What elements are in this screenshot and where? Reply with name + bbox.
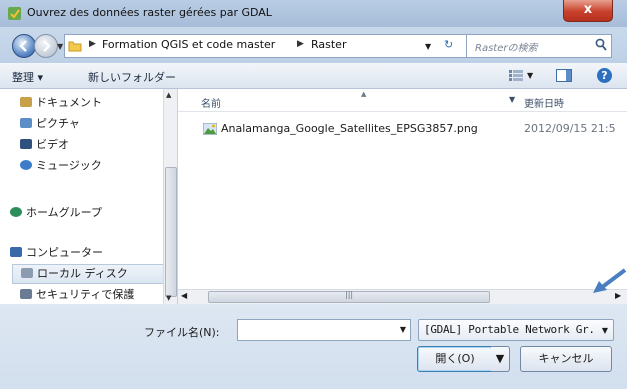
command-bar: 整理 ▾ 新しいフォルダー ▼ ? [0,63,627,89]
annotation-arrow-icon [593,268,627,293]
address-history-dropdown-icon[interactable]: ▼ [425,42,431,51]
open-button[interactable]: 開く(O) [417,346,493,372]
secure-drive-icon [20,289,32,299]
filetype-dropdown-icon[interactable]: ▼ [602,326,608,335]
help-icon[interactable]: ? [597,68,612,83]
breadcrumb-separator-icon[interactable]: ▶ [89,39,96,49]
music-icon [20,160,32,170]
scroll-left-icon[interactable]: ◀ [181,291,187,300]
nav-item-local-disk[interactable]: ローカル ディスク [12,264,170,284]
nav-item-documents[interactable]: ドキュメント [20,94,102,112]
preview-pane-icon[interactable] [556,69,572,82]
new-folder-button[interactable]: 新しいフォルダー [88,69,176,85]
column-filter-dropdown-icon[interactable]: ▼ [509,95,515,104]
file-horizontal-scrollbar[interactable]: ◀ ||| ▶ [178,289,627,304]
search-icon[interactable] [595,38,607,52]
filetype-select[interactable]: [GDAL] Portable Network Gr. ▼ [418,319,614,341]
nav-vertical-scrollbar[interactable]: ▲ ▼ [163,89,177,304]
nav-item-computer[interactable]: コンピューター [10,244,103,262]
nav-item-pictures[interactable]: ピクチャ [20,115,80,133]
homegroup-icon [10,207,22,217]
folder-icon [68,41,82,52]
nav-item-homegroup[interactable]: ホームグループ [10,204,102,222]
nav-item-music[interactable]: ミュージック [20,157,102,175]
sort-indicator-icon: ▲ [361,90,367,98]
search-placeholder: Rasterの検索 [475,43,538,54]
filename-label: ファイル名(N): [144,326,220,339]
column-header-row: 名前 ▲ ▼ 更新日時 [178,89,627,112]
open-options-dropdown-icon[interactable]: ▼ [491,346,510,372]
column-header-name[interactable]: 名前 [201,95,221,110]
forward-button[interactable] [34,34,58,58]
documents-icon [20,97,32,107]
view-dropdown-icon[interactable]: ▼ [527,71,533,80]
filename-input[interactable]: ▼ [237,319,411,341]
computer-icon [10,247,22,257]
refresh-icon[interactable]: ↻ [444,38,453,51]
cancel-button[interactable]: キャンセル [520,346,612,372]
file-name: Analamanga_Google_Satellites_EPSG3857.pn… [221,122,478,135]
dialog-footer: ファイル名(N): ▼ [GDAL] Portable Network Gr. … [0,304,627,389]
scroll-grip-icon: ||| [345,290,354,299]
file-open-dialog: Ouvrez des données raster gérées par GDA… [0,0,627,389]
filename-dropdown-icon[interactable]: ▼ [400,325,406,334]
file-list: 名前 ▲ ▼ 更新日時 Analamanga_Google_Satellites… [178,89,627,289]
column-header-date[interactable]: 更新日時 [524,95,564,110]
videos-icon [20,139,32,149]
recent-pages-dropdown-icon[interactable]: ▼ [57,42,63,51]
nav-item-videos[interactable]: ビデオ [20,136,69,154]
drive-icon [21,268,33,278]
back-arrow-icon [19,40,27,52]
forward-arrow-icon [43,40,51,52]
breadcrumb-raster[interactable]: Raster [311,38,346,51]
breadcrumb-formation[interactable]: Formation QGIS et code master [102,38,275,51]
qgis-app-icon [8,7,21,20]
navigation-pane: ドキュメント ピクチャ ビデオ ミュージック ホームグループ コンピューター ロ… [0,89,178,317]
organize-button[interactable]: 整理 ▾ [12,69,43,85]
file-date: 2012/09/15 21:5 [524,122,616,135]
horizontal-scroll-thumb[interactable]: ||| [208,290,490,303]
address-row: ▼ ▶ Formation QGIS et code master ▶ Rast… [0,27,627,63]
close-button[interactable]: x [563,0,613,22]
back-button[interactable] [12,34,36,58]
filetype-value: [GDAL] Portable Network Gr. [424,323,595,336]
pictures-icon [20,118,32,128]
view-options-icon[interactable] [509,70,523,81]
search-box[interactable]: Rasterの検索 [466,34,612,58]
scroll-thumb[interactable] [165,167,177,297]
scroll-down-icon[interactable]: ▼ [166,294,171,302]
breadcrumb-separator-icon[interactable]: ▶ [297,39,304,49]
file-row[interactable]: Analamanga_Google_Satellites_EPSG3857.pn… [178,121,627,139]
scroll-up-icon[interactable]: ▲ [166,91,171,99]
nav-item-secure-drive[interactable]: セキュリティで保護 [20,286,134,304]
title-bar: Ouvrez des données raster gérées par GDA… [0,0,627,27]
png-file-icon [203,123,217,135]
window-title: Ouvrez des données raster gérées par GDA… [27,6,272,19]
